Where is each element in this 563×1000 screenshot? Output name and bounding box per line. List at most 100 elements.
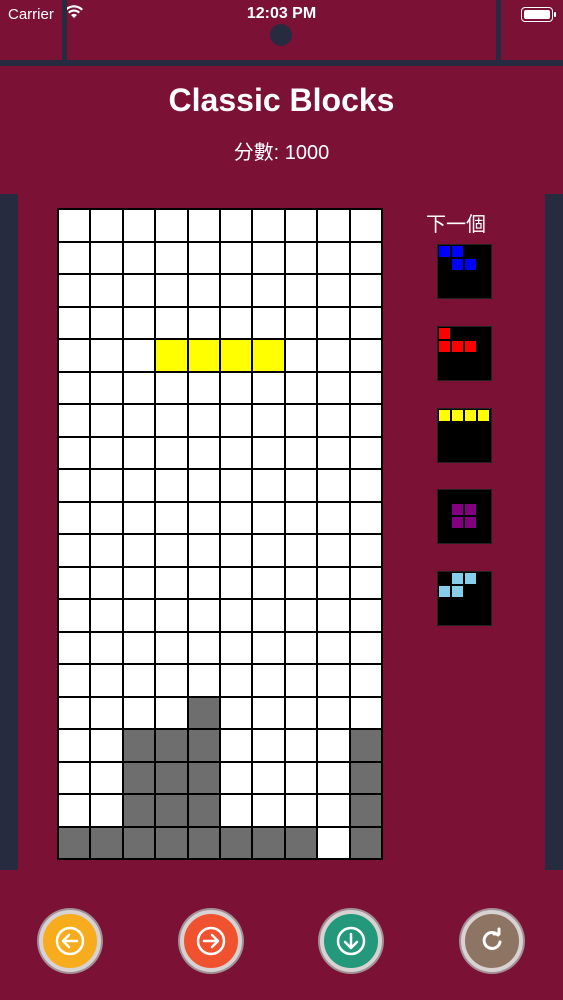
frame-top-bar xyxy=(0,60,563,66)
board-cell xyxy=(91,372,122,403)
next-piece-preview xyxy=(437,244,492,299)
board-cell xyxy=(220,827,252,858)
board-cell xyxy=(188,275,219,306)
board-cell xyxy=(123,372,155,403)
board-cell xyxy=(350,372,381,403)
board-cell xyxy=(253,372,284,403)
board-cell xyxy=(220,665,252,696)
board-cell xyxy=(188,762,219,793)
preview-cell xyxy=(465,449,476,460)
preview-cell xyxy=(465,341,476,352)
board-cell xyxy=(285,665,317,696)
board-cell xyxy=(253,795,284,826)
preview-cell xyxy=(439,436,450,447)
board-cell xyxy=(91,827,122,858)
preview-cell xyxy=(465,586,476,597)
board-cell xyxy=(350,470,381,501)
board-cell xyxy=(156,405,187,436)
board-cell xyxy=(188,437,219,468)
board-cell xyxy=(123,502,155,533)
board-cell xyxy=(59,697,90,728)
arrow-right-icon xyxy=(196,926,226,956)
preview-cell xyxy=(452,612,463,623)
board-cell xyxy=(156,340,187,371)
board-cell xyxy=(188,632,219,663)
preview-cell xyxy=(478,491,489,502)
board-cell xyxy=(220,600,252,631)
preview-cell xyxy=(478,612,489,623)
board-cell xyxy=(285,275,317,306)
board-cell xyxy=(91,502,122,533)
preview-cell xyxy=(452,530,463,541)
preview-cell xyxy=(439,341,450,352)
board-cell xyxy=(350,535,381,566)
board-cell xyxy=(123,632,155,663)
board-cell xyxy=(91,470,122,501)
preview-cell xyxy=(452,599,463,610)
board-cell xyxy=(220,275,252,306)
board-cell xyxy=(220,697,252,728)
preview-cell xyxy=(439,530,450,541)
arrow-left-icon xyxy=(55,926,85,956)
board-cell xyxy=(156,567,187,598)
preview-cell xyxy=(439,517,450,528)
board-cell xyxy=(59,437,90,468)
preview-cell xyxy=(465,530,476,541)
board-cell xyxy=(318,502,349,533)
drop-down-button[interactable] xyxy=(320,910,382,972)
preview-cell xyxy=(439,599,450,610)
board-cell xyxy=(91,567,122,598)
board-cell xyxy=(350,307,381,338)
board-cell xyxy=(350,762,381,793)
preview-cell xyxy=(452,586,463,597)
game-board xyxy=(57,208,383,860)
board-cell xyxy=(188,795,219,826)
board-cell xyxy=(123,697,155,728)
board-cell xyxy=(123,600,155,631)
preview-cell xyxy=(439,423,450,434)
board-cell xyxy=(285,600,317,631)
board-cell xyxy=(156,535,187,566)
board-cell xyxy=(253,210,284,241)
board-cell xyxy=(253,535,284,566)
board-cell xyxy=(253,762,284,793)
board-cell xyxy=(188,665,219,696)
preview-cell xyxy=(439,504,450,515)
board-cell xyxy=(285,730,317,761)
right-side-bar xyxy=(545,194,563,870)
board-cell xyxy=(318,535,349,566)
board-cell xyxy=(318,665,349,696)
board-cell xyxy=(188,502,219,533)
preview-cell xyxy=(439,367,450,378)
preview-cell xyxy=(452,259,463,270)
board-cell xyxy=(123,307,155,338)
preview-cell xyxy=(439,449,450,460)
board-cell xyxy=(285,827,317,858)
preview-cell xyxy=(465,354,476,365)
board-cell xyxy=(350,567,381,598)
board-cell xyxy=(123,535,155,566)
preview-cell xyxy=(465,246,476,257)
board-cell xyxy=(285,307,317,338)
preview-cell xyxy=(465,410,476,421)
board-cell xyxy=(285,210,317,241)
preview-cell xyxy=(452,354,463,365)
rotate-button[interactable] xyxy=(461,910,523,972)
board-cell xyxy=(285,567,317,598)
preview-cell xyxy=(478,449,489,460)
board-cell xyxy=(156,372,187,403)
board-cell xyxy=(220,210,252,241)
board-cell xyxy=(318,632,349,663)
clock: 12:03 PM xyxy=(246,5,317,22)
preview-cell xyxy=(439,586,450,597)
board-cell xyxy=(156,827,187,858)
board-cell xyxy=(285,340,317,371)
board-cell xyxy=(91,242,122,273)
move-right-button[interactable] xyxy=(180,910,242,972)
preview-cell xyxy=(439,328,450,339)
preview-cell xyxy=(465,573,476,584)
move-left-button[interactable] xyxy=(39,910,101,972)
preview-cell xyxy=(452,246,463,257)
preview-cell xyxy=(478,530,489,541)
board-cell xyxy=(59,827,90,858)
